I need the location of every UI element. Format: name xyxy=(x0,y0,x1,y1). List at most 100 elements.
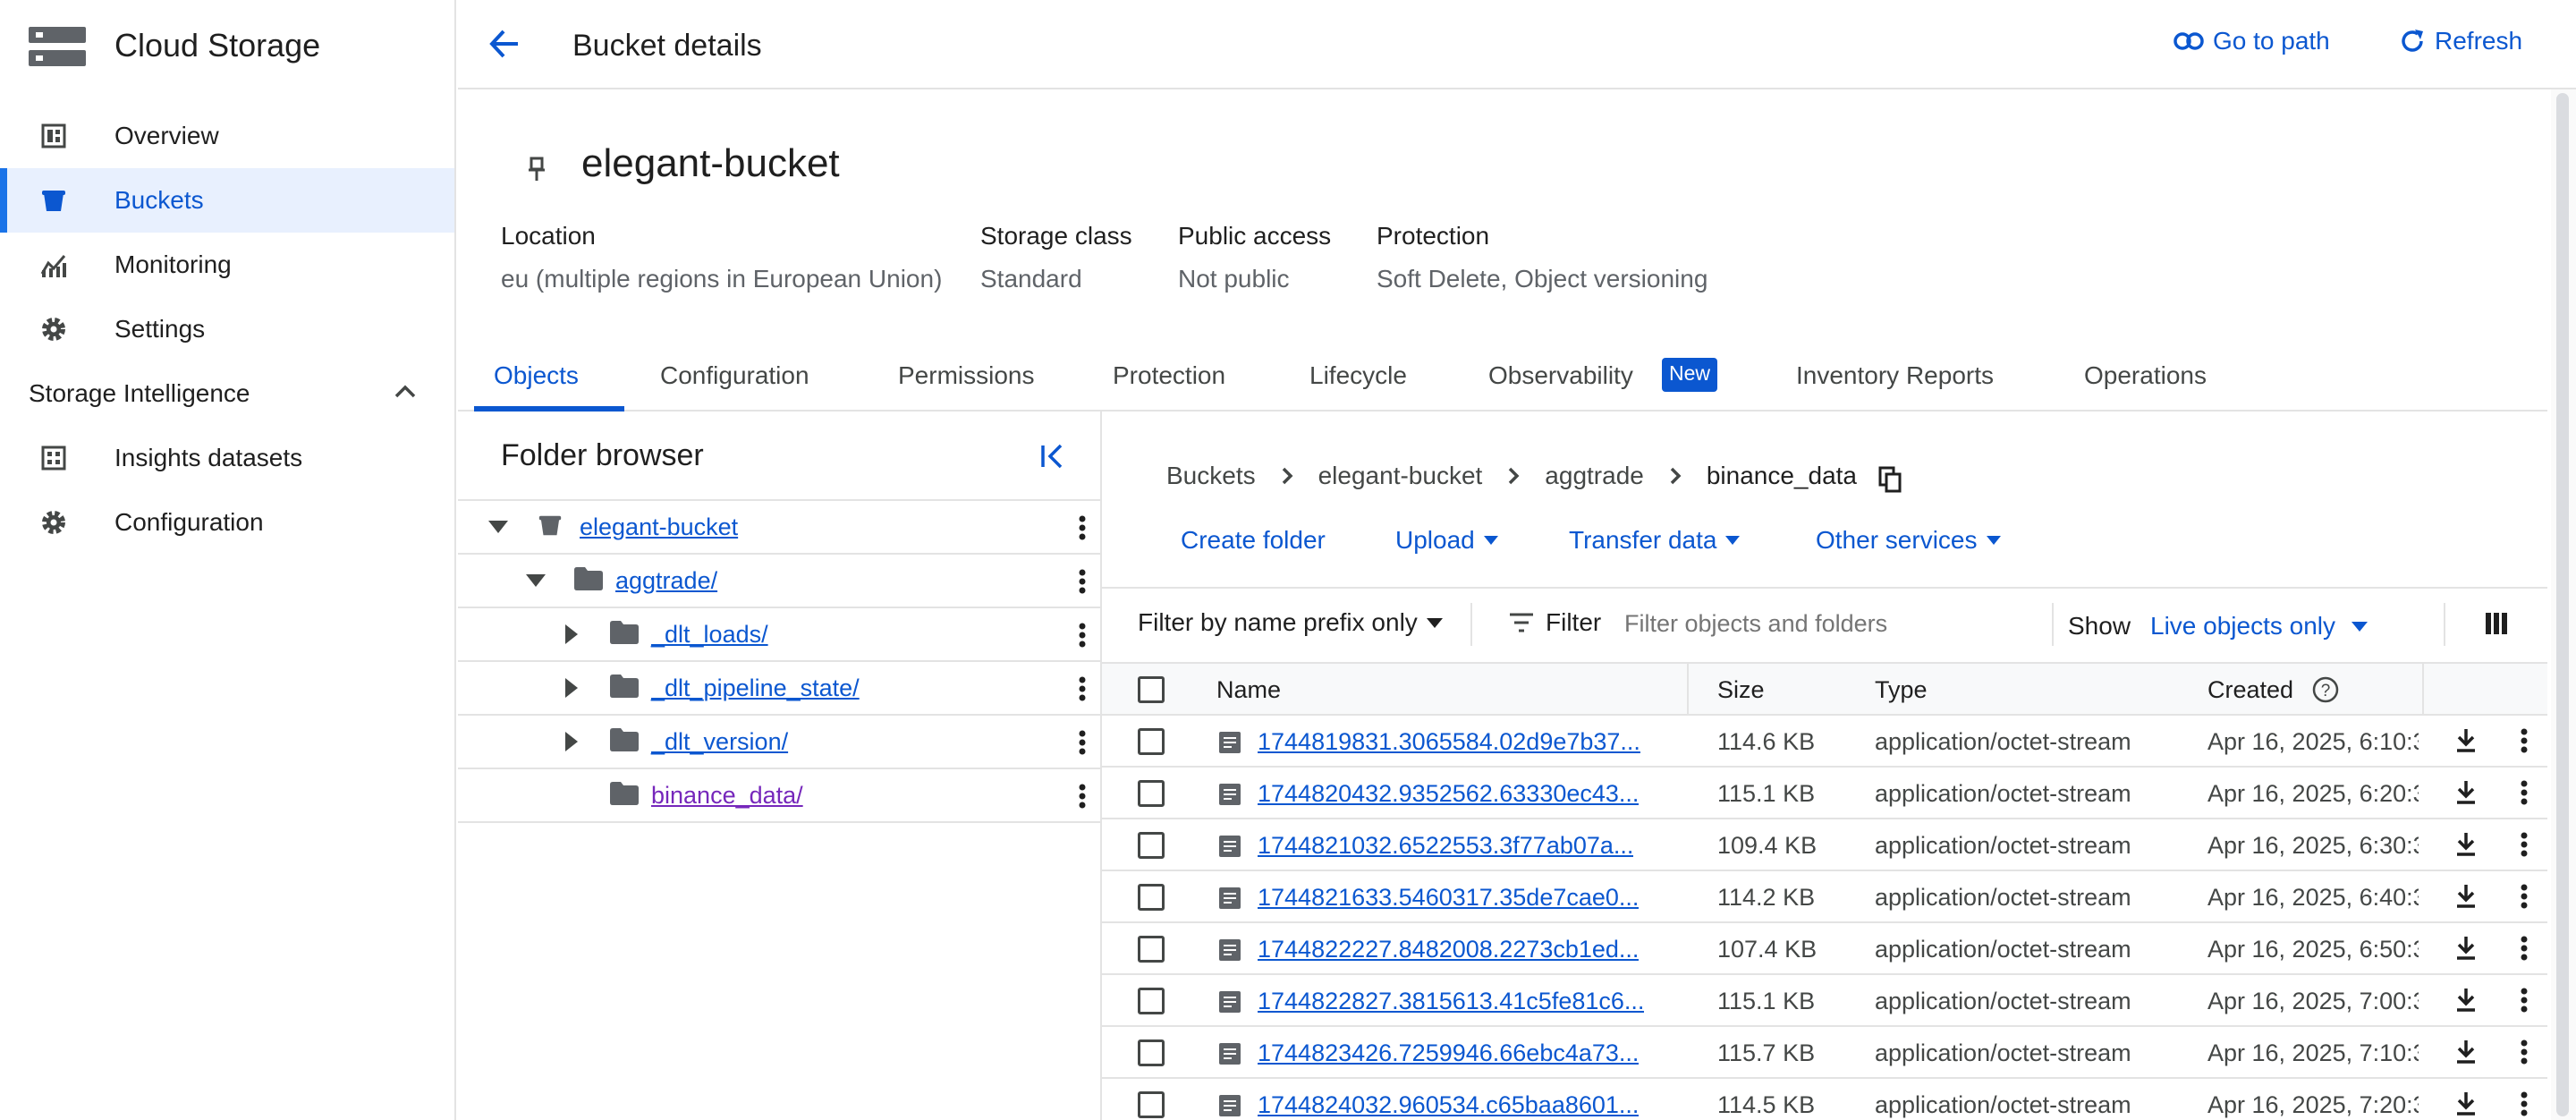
filter-button[interactable]: Filter xyxy=(1508,608,1601,637)
download-icon[interactable] xyxy=(2454,1090,2478,1117)
sidebar-item-insights-datasets[interactable]: Insights datasets xyxy=(0,426,454,490)
tree-link[interactable]: elegant-bucket xyxy=(580,513,738,541)
object-name-link[interactable]: 1744819831.3065584.02d9e7b37... xyxy=(1258,728,1640,756)
caret-right-icon[interactable] xyxy=(565,678,578,698)
object-name-link[interactable]: 1744823426.7259946.66ebc4a73... xyxy=(1258,1039,1639,1067)
transfer-data-dropdown[interactable]: Transfer data xyxy=(1569,526,1741,555)
table-row[interactable]: 1744819831.3065584.02d9e7b37... 114.6 KB… xyxy=(1102,716,2547,768)
tab-lifecycle[interactable]: Lifecycle xyxy=(1309,361,1407,412)
column-header-size[interactable]: Size xyxy=(1717,676,1765,704)
more-vert-icon[interactable] xyxy=(2521,936,2528,961)
upload-dropdown[interactable]: Upload xyxy=(1395,526,1498,555)
sidebar-item-configuration[interactable]: Configuration xyxy=(0,490,454,555)
column-header-type[interactable]: Type xyxy=(1875,676,1928,704)
more-vert-icon[interactable] xyxy=(2521,832,2528,857)
download-icon[interactable] xyxy=(2454,935,2478,962)
object-name-link[interactable]: 1744821032.6522553.3f77ab07a... xyxy=(1258,832,1633,860)
download-icon[interactable] xyxy=(2454,883,2478,910)
more-vert-icon[interactable] xyxy=(1079,569,1086,594)
refresh-button[interactable]: Refresh xyxy=(2399,27,2522,55)
caret-down-icon[interactable] xyxy=(488,521,508,533)
more-vert-icon[interactable] xyxy=(2521,1091,2528,1116)
row-checkbox[interactable] xyxy=(1138,884,1165,911)
tree-row-dlt-version[interactable]: _dlt_version/ xyxy=(458,716,1100,769)
table-row[interactable]: 1744822227.8482008.2273cb1ed... 107.4 KB… xyxy=(1102,923,2547,975)
tree-row-dlt-pipeline-state[interactable]: _dlt_pipeline_state/ xyxy=(458,662,1100,716)
column-header-created[interactable]: Created xyxy=(2207,676,2293,704)
back-arrow-icon[interactable] xyxy=(488,29,521,59)
column-display-icon[interactable] xyxy=(2485,612,2508,635)
caret-right-icon[interactable] xyxy=(565,732,578,751)
more-vert-icon[interactable] xyxy=(1079,623,1086,648)
row-checkbox[interactable] xyxy=(1138,832,1165,859)
more-vert-icon[interactable] xyxy=(2521,780,2528,805)
sidebar-item-overview[interactable]: Overview xyxy=(0,104,454,168)
column-header-name[interactable]: Name xyxy=(1216,676,1281,704)
copy-icon[interactable] xyxy=(1878,466,1902,493)
table-row[interactable]: 1744824032.960534.c65baa8601... 114.5 KB… xyxy=(1102,1079,2547,1120)
object-name-link[interactable]: 1744821633.5460317.35de7cae0... xyxy=(1258,884,1639,912)
more-vert-icon[interactable] xyxy=(2521,988,2528,1013)
breadcrumb-item[interactable]: elegant-bucket xyxy=(1318,462,1483,490)
row-checkbox[interactable] xyxy=(1138,728,1165,755)
tree-link[interactable]: _dlt_loads/ xyxy=(651,621,768,649)
caret-down-icon[interactable] xyxy=(526,574,546,587)
tab-configuration[interactable]: Configuration xyxy=(660,361,809,412)
tree-link[interactable]: aggtrade/ xyxy=(615,567,717,595)
more-vert-icon[interactable] xyxy=(1079,784,1086,809)
table-row[interactable]: 1744821032.6522553.3f77ab07a... 109.4 KB… xyxy=(1102,819,2547,871)
tree-row-dlt-loads[interactable]: _dlt_loads/ xyxy=(458,608,1100,662)
scrollbar-thumb[interactable] xyxy=(2556,93,2569,1116)
pin-icon[interactable] xyxy=(526,156,547,182)
collapse-panel-icon[interactable] xyxy=(1039,442,1066,471)
page-scrollbar[interactable] xyxy=(2551,89,2576,1120)
tree-row-binance-data[interactable]: binance_data/ xyxy=(458,769,1100,823)
sidebar-section-storage-intelligence[interactable]: Storage Intelligence xyxy=(0,361,454,426)
create-folder-button[interactable]: Create folder xyxy=(1181,526,1326,555)
download-icon[interactable] xyxy=(2454,727,2478,754)
tab-inventory-reports[interactable]: Inventory Reports xyxy=(1796,361,1994,412)
tree-link[interactable]: _dlt_version/ xyxy=(651,728,788,756)
tree-row-elegant-bucket[interactable]: elegant-bucket xyxy=(458,501,1100,555)
object-name-link[interactable]: 1744824032.960534.c65baa8601... xyxy=(1258,1091,1639,1119)
tree-row-aggtrade[interactable]: aggtrade/ xyxy=(458,555,1100,608)
tab-objects[interactable]: Objects xyxy=(494,361,579,412)
row-checkbox[interactable] xyxy=(1138,988,1165,1014)
tab-operations[interactable]: Operations xyxy=(2084,361,2207,412)
table-row[interactable]: 1744822827.3815613.41c5fe81c6... 115.1 K… xyxy=(1102,975,2547,1027)
object-name-link[interactable]: 1744822227.8482008.2273cb1ed... xyxy=(1258,936,1639,963)
row-checkbox[interactable] xyxy=(1138,1039,1165,1066)
row-checkbox[interactable] xyxy=(1138,1091,1165,1118)
sidebar-item-monitoring[interactable]: Monitoring xyxy=(0,233,454,297)
row-checkbox[interactable] xyxy=(1138,780,1165,807)
tree-link[interactable]: binance_data/ xyxy=(651,782,803,810)
other-services-dropdown[interactable]: Other services xyxy=(1816,526,2001,555)
tab-permissions[interactable]: Permissions xyxy=(898,361,1034,412)
sidebar-item-settings[interactable]: Settings xyxy=(0,297,454,361)
table-row[interactable]: 1744823426.7259946.66ebc4a73... 115.7 KB… xyxy=(1102,1027,2547,1079)
more-vert-icon[interactable] xyxy=(1079,676,1086,701)
tab-protection[interactable]: Protection xyxy=(1113,361,1225,412)
download-icon[interactable] xyxy=(2454,831,2478,858)
table-row[interactable]: 1744820432.9352562.63330ec43... 115.1 KB… xyxy=(1102,768,2547,819)
object-name-link[interactable]: 1744822827.3815613.41c5fe81c6... xyxy=(1258,988,1644,1015)
object-name-link[interactable]: 1744820432.9352562.63330ec43... xyxy=(1258,780,1639,808)
tree-link[interactable]: _dlt_pipeline_state/ xyxy=(651,675,860,702)
breadcrumb-item[interactable]: aggtrade xyxy=(1545,462,1644,490)
more-vert-icon[interactable] xyxy=(1079,730,1086,755)
table-row[interactable]: 1744821633.5460317.35de7cae0... 114.2 KB… xyxy=(1102,871,2547,923)
go-to-path-button[interactable]: Go to path xyxy=(2174,27,2330,55)
tab-observability[interactable]: Observability New xyxy=(1488,358,1718,412)
live-objects-dropdown[interactable]: Live objects only xyxy=(2150,612,2368,641)
row-checkbox[interactable] xyxy=(1138,936,1165,963)
caret-right-icon[interactable] xyxy=(565,624,578,644)
download-icon[interactable] xyxy=(2454,779,2478,806)
more-vert-icon[interactable] xyxy=(2521,728,2528,753)
prefix-filter-dropdown[interactable]: Filter by name prefix only xyxy=(1138,608,1443,637)
download-icon[interactable] xyxy=(2454,1039,2478,1065)
more-vert-icon[interactable] xyxy=(2521,884,2528,909)
help-icon[interactable]: ? xyxy=(2311,675,2340,704)
sidebar-item-buckets[interactable]: Buckets xyxy=(0,168,454,233)
select-all-checkbox[interactable] xyxy=(1138,676,1165,703)
breadcrumb-item[interactable]: Buckets xyxy=(1166,462,1256,490)
